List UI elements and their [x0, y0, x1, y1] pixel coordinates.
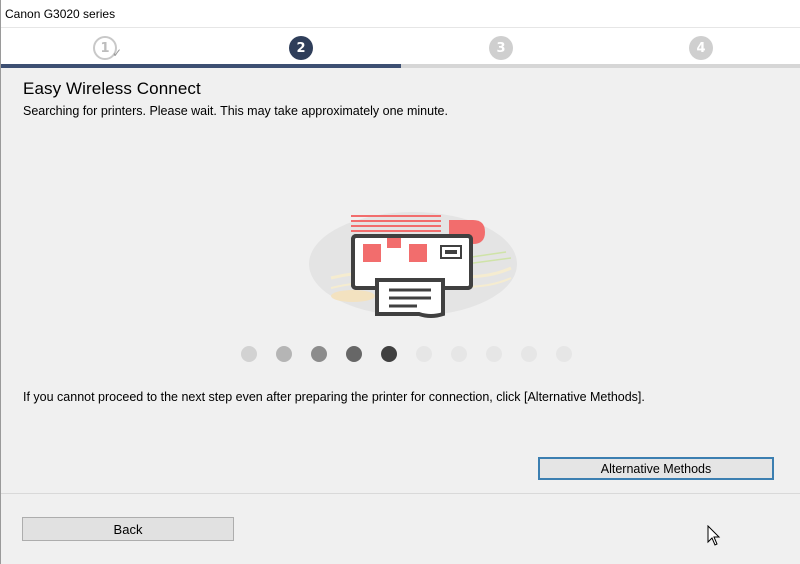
back-button[interactable]: Back: [22, 517, 234, 541]
loading-indicator: [241, 346, 581, 364]
page-title: Easy Wireless Connect: [23, 79, 201, 98]
installer-window: Canon G3020 series 1 ✓ 2 3 4 Easy Wirele…: [0, 0, 800, 564]
step-3: 3: [489, 36, 513, 60]
printer-wireless-icon: [301, 208, 521, 328]
help-text: If you cannot proceed to the next step e…: [23, 390, 645, 404]
loading-dot: [276, 346, 292, 362]
step-indicator: 1 ✓ 2 3 4: [1, 28, 800, 68]
loading-dot: [486, 346, 502, 362]
step-4-label: 4: [696, 40, 706, 56]
window-title: Canon G3020 series: [5, 7, 116, 21]
title-bar: Canon G3020 series: [1, 0, 800, 28]
loading-dot: [346, 346, 362, 362]
step-progress-bar: [1, 64, 800, 68]
mouse-cursor-icon: [707, 525, 721, 546]
status-message: Searching for printers. Please wait. Thi…: [23, 104, 448, 118]
step-3-label: 3: [496, 40, 506, 56]
loading-dot: [311, 346, 327, 362]
footer-divider: [1, 493, 800, 494]
step-2-label: 2: [296, 40, 306, 56]
loading-dot: [556, 346, 572, 362]
alternative-methods-button[interactable]: Alternative Methods: [538, 457, 774, 480]
step-1-done: 1 ✓: [93, 36, 122, 60]
loading-dot: [416, 346, 432, 362]
loading-dot-active: [381, 346, 397, 362]
checkmark-icon: ✓: [111, 46, 122, 60]
step-4: 4: [689, 36, 713, 60]
step-progress-fill: [1, 64, 401, 68]
loading-dot: [241, 346, 257, 362]
loading-dot: [451, 346, 467, 362]
loading-dot: [521, 346, 537, 362]
step-2-active: 2: [289, 36, 313, 60]
step-1-label: 1: [100, 40, 110, 56]
